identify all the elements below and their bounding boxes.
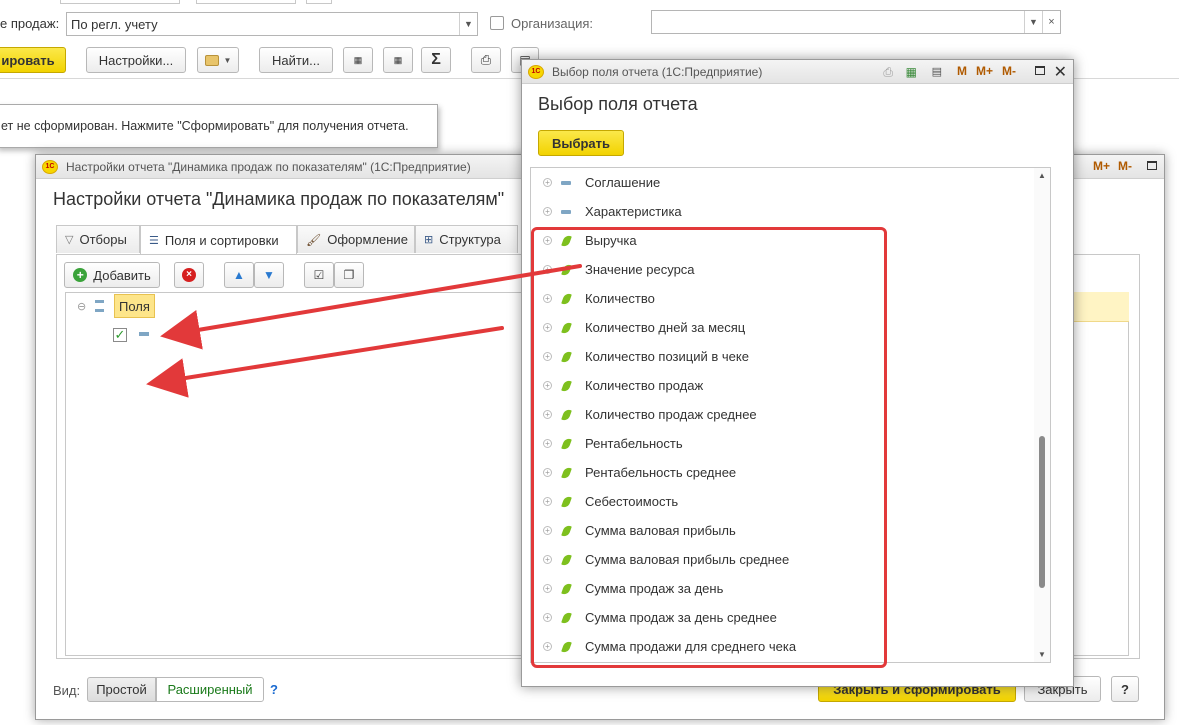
- annotation-arrows: [146, 264, 582, 398]
- arrow-to-empty-area: [146, 326, 504, 398]
- arrow-to-checkbox: [160, 264, 582, 350]
